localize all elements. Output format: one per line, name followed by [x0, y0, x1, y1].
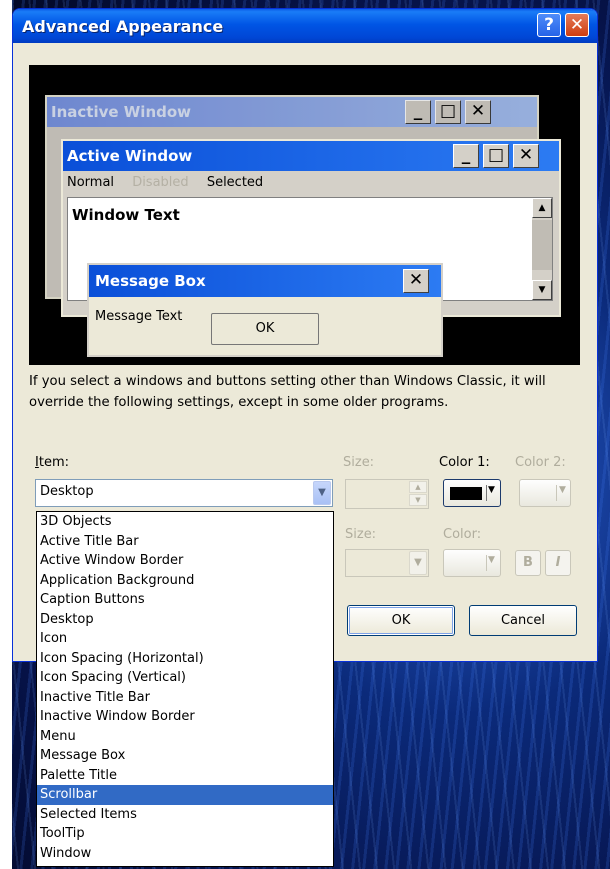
inactive-close-icon: ✕ — [465, 100, 491, 124]
inactive-maximize-icon: □ — [435, 100, 461, 124]
list-item[interactable]: Caption Buttons — [37, 590, 333, 610]
scroll-track — [532, 220, 552, 270]
list-item[interactable]: Inactive Window Border — [37, 707, 333, 727]
scroll-down-icon: ▼ — [532, 280, 552, 300]
message-box-ok-button: OK — [211, 313, 319, 345]
color1-dropdown-icon: ▼ — [488, 485, 495, 495]
help-button[interactable]: ? — [537, 13, 561, 37]
item-dropdown-list[interactable]: 3D Objects Active Title Bar Active Windo… — [36, 511, 334, 867]
list-item-highlighted[interactable]: Scrollbar — [37, 785, 333, 805]
list-item[interactable]: Window — [37, 844, 333, 864]
color2-picker[interactable]: ▼ — [519, 479, 571, 507]
italic-button[interactable]: I — [545, 550, 571, 576]
color2-dropdown-icon: ▼ — [559, 485, 566, 495]
message-box-title-bar: Message Box ✕ — [89, 265, 441, 297]
list-item[interactable]: Desktop — [37, 610, 333, 630]
close-button[interactable]: ✕ — [565, 13, 589, 37]
item-select-dropdown-icon[interactable]: ▼ — [313, 481, 331, 505]
active-minimize-icon: _ — [453, 144, 479, 168]
preview-scrollbar: ▲ ▼ — [532, 198, 552, 300]
font-color-dropdown-icon: ▼ — [488, 555, 495, 565]
font-color-divider — [486, 555, 487, 571]
inactive-minimize-icon: _ — [405, 100, 431, 124]
scroll-up-icon: ▲ — [532, 198, 552, 218]
list-item[interactable]: Palette Title — [37, 766, 333, 786]
active-close-icon: ✕ — [513, 144, 539, 168]
list-item[interactable]: Active Window Border — [37, 551, 333, 571]
cancel-button[interactable]: Cancel — [469, 605, 577, 636]
item-size-label: Size: — [343, 455, 375, 470]
list-item[interactable]: 3D Objects — [37, 512, 333, 532]
window-text: Window Text — [72, 206, 180, 224]
dialog-title: Advanced Appearance — [22, 17, 224, 36]
menu-selected: Selected — [206, 175, 264, 190]
color1-picker[interactable]: ▼ — [443, 479, 501, 507]
list-item[interactable]: Application Background — [37, 571, 333, 591]
desktop-edge — [0, 0, 12, 869]
ok-button[interactable]: OK — [347, 605, 455, 636]
preview-message-box: Message Box ✕ Message Text OK — [87, 263, 443, 357]
info-text: If you select a windows and buttons sett… — [29, 374, 546, 410]
font-size-select[interactable]: ▼ — [345, 549, 429, 577]
item-size-spin-icon[interactable]: ▲ ▼ — [409, 481, 427, 507]
menu-disabled: Disabled — [132, 175, 189, 190]
inactive-window-title: Inactive Window — [51, 103, 192, 121]
inactive-title-bar: Inactive Window _ □ ✕ — [47, 97, 537, 127]
active-maximize-icon: □ — [483, 144, 509, 168]
appearance-preview[interactable]: Inactive Window _ □ ✕ Active Window _ □ … — [29, 65, 580, 365]
list-item[interactable]: Active Title Bar — [37, 532, 333, 552]
list-item[interactable]: Selected Items — [37, 805, 333, 825]
list-item[interactable]: Message Box — [37, 746, 333, 766]
color1-label: Color 1: — [439, 455, 490, 470]
bold-button[interactable]: B — [515, 550, 541, 576]
list-item[interactable]: Menu — [37, 727, 333, 747]
list-item[interactable]: Icon Spacing (Vertical) — [37, 668, 333, 688]
active-title-bar: Active Window _ □ ✕ — [63, 141, 559, 171]
color1-swatch — [450, 487, 482, 500]
color1-divider — [486, 485, 487, 501]
help-icon: ? — [544, 15, 554, 35]
item-size-spinner[interactable]: ▲ ▼ — [345, 479, 429, 509]
list-item[interactable]: Icon — [37, 629, 333, 649]
list-item[interactable]: Inactive Title Bar — [37, 688, 333, 708]
font-color-picker[interactable]: ▼ — [443, 549, 501, 577]
message-box-close-icon: ✕ — [403, 269, 429, 293]
message-box-title: Message Box — [95, 272, 206, 290]
dialog-titlebar[interactable]: Advanced Appearance ? ✕ — [13, 9, 597, 43]
menu-normal: Normal — [67, 175, 115, 190]
color2-divider — [556, 485, 557, 501]
item-select-value: Desktop — [40, 484, 94, 499]
item-select[interactable]: Desktop ▼ — [35, 479, 333, 507]
close-icon: ✕ — [569, 15, 585, 35]
item-label: Item: — [35, 455, 69, 470]
active-window-title: Active Window — [67, 147, 193, 165]
font-size-dropdown-icon[interactable]: ▼ — [409, 551, 427, 575]
color2-label: Color 2: — [515, 455, 566, 470]
preview-menu-bar: Normal Disabled Selected — [67, 171, 277, 195]
font-size-label: Size: — [345, 527, 377, 542]
list-item[interactable]: ToolTip — [37, 824, 333, 844]
list-item[interactable]: Icon Spacing (Horizontal) — [37, 649, 333, 669]
message-text: Message Text — [95, 309, 183, 324]
font-color-label: Color: — [443, 527, 482, 542]
